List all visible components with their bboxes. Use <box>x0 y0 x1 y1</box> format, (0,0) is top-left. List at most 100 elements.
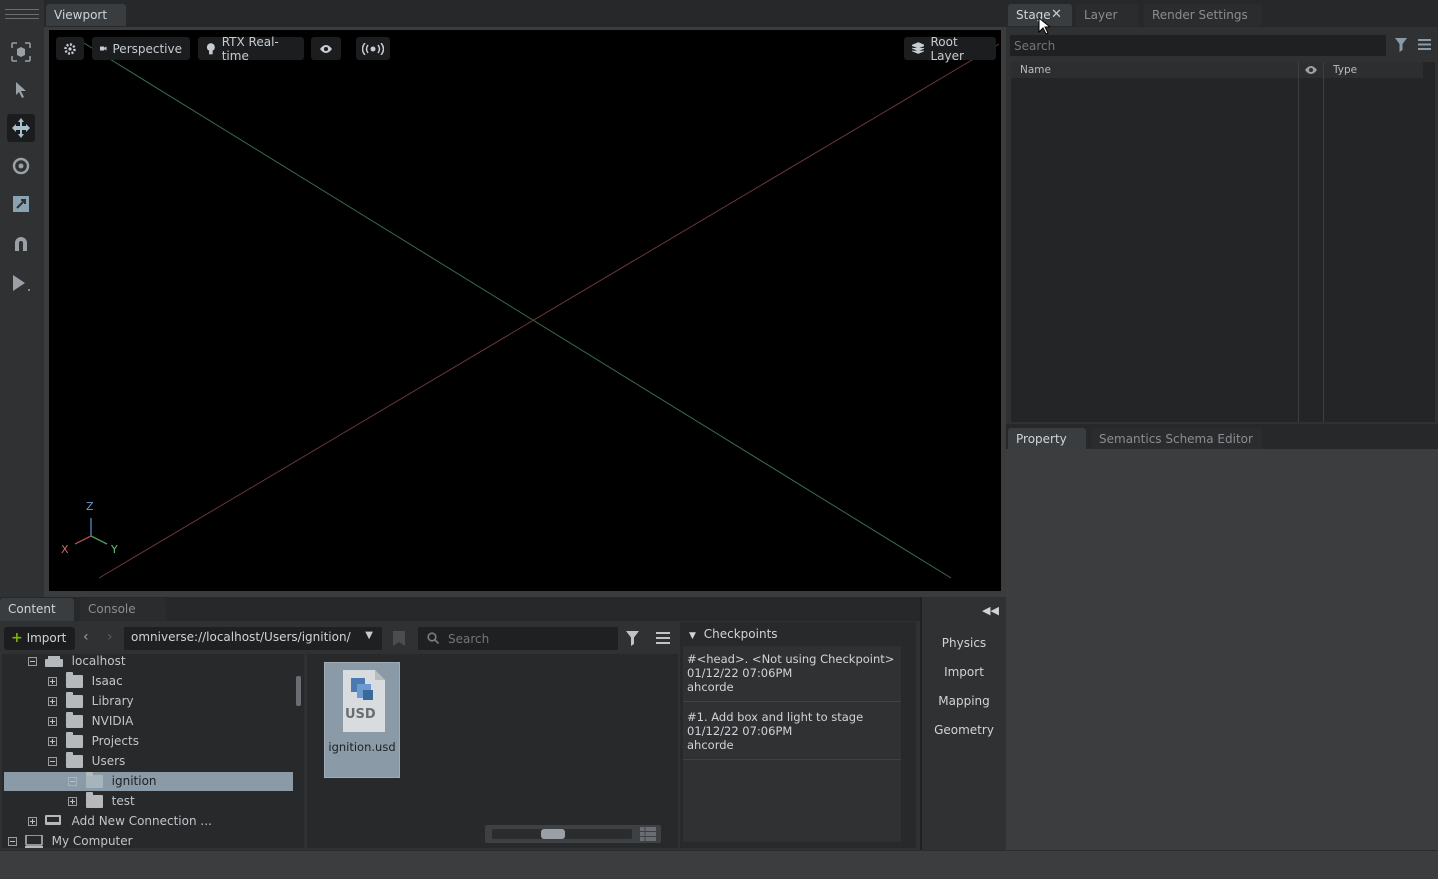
folder-icon <box>65 672 83 688</box>
file-item-ignition-usd[interactable]: USD ignition.usd <box>324 662 400 778</box>
root-layer-button[interactable]: Root Layer <box>904 35 996 63</box>
content-search-box[interactable] <box>418 627 618 650</box>
import-tool-button[interactable]: Import <box>924 660 1004 684</box>
tree-label: Projects <box>91 734 139 748</box>
tree-node-users[interactable]: Users <box>48 751 125 771</box>
checkpoint-item[interactable]: #1. Add box and light to stage 01/12/22 … <box>683 704 901 760</box>
geometry-label: Geometry <box>934 723 994 737</box>
triangle-down-icon: ▼ <box>689 631 696 641</box>
content-search-input[interactable] <box>448 629 608 648</box>
expand-icon[interactable] <box>48 677 57 686</box>
geometry-button[interactable]: Geometry <box>924 718 1004 742</box>
checkpoints-header[interactable]: ▼ Checkpoints <box>683 625 913 644</box>
tree-node-add-connection[interactable]: Add New Connection ... <box>28 811 212 831</box>
move-tool-icon[interactable] <box>7 114 35 142</box>
options-menu-icon[interactable] <box>1418 39 1431 50</box>
broadcast-button[interactable] <box>356 37 390 60</box>
tab-layer[interactable]: Layer <box>1076 4 1138 26</box>
tab-semantics-schema-editor[interactable]: Semantics Schema Editor <box>1091 428 1262 450</box>
tree-node-localhost[interactable]: localhost <box>28 654 126 671</box>
snap-magnet-icon[interactable] <box>7 230 35 258</box>
filter-icon[interactable] <box>1395 38 1407 52</box>
folder-icon <box>65 712 83 728</box>
folder-open-icon <box>85 772 103 788</box>
tree-label: NVIDIA <box>91 714 134 728</box>
tab-viewport-label: Viewport <box>54 8 108 22</box>
expand-icon[interactable] <box>48 717 57 726</box>
bookmark-icon[interactable] <box>393 631 405 646</box>
tab-console[interactable]: Console <box>80 598 166 621</box>
tree-label: test <box>111 794 135 808</box>
visibility-eye-icon[interactable] <box>1304 65 1318 75</box>
physics-button[interactable]: Physics <box>924 631 1004 655</box>
layers-icon <box>912 42 925 54</box>
import-button[interactable]: + Import <box>4 627 75 650</box>
tree-scrollbar[interactable] <box>296 676 301 706</box>
status-bar <box>0 850 1438 879</box>
tab-property[interactable]: Property <box>1008 428 1086 450</box>
tree-node-nvidia[interactable]: NVIDIA <box>48 711 133 731</box>
stage-search-input[interactable] <box>1010 35 1386 56</box>
tab-layer-label: Layer <box>1084 8 1118 22</box>
select-mode-icon[interactable] <box>7 38 35 66</box>
forward-arrow-icon[interactable]: › <box>107 629 113 645</box>
tree-node-projects[interactable]: Projects <box>48 731 139 751</box>
tree-node-test[interactable]: test <box>68 791 135 811</box>
collapse-icon[interactable] <box>68 777 77 786</box>
axis-z-label: Z <box>86 500 94 513</box>
collapse-icon[interactable] <box>28 657 37 666</box>
column-divider <box>1298 62 1299 422</box>
tab-content[interactable]: Content <box>0 598 74 621</box>
tab-viewport[interactable]: Viewport <box>46 4 126 26</box>
file-name: ignition.usd <box>328 740 396 754</box>
expand-icon[interactable] <box>28 817 37 826</box>
collapse-icon[interactable] <box>48 757 57 766</box>
tab-render-settings[interactable]: Render Settings <box>1144 4 1262 26</box>
mapping-label: Mapping <box>938 694 990 708</box>
grid-view-icon[interactable] <box>640 827 656 841</box>
import-tool-label: Import <box>944 665 984 679</box>
rotate-tool-icon[interactable] <box>7 152 35 180</box>
menu-handle-icon[interactable] <box>5 9 39 19</box>
mapping-button[interactable]: Mapping <box>924 689 1004 713</box>
column-type-header[interactable]: Type <box>1333 64 1357 76</box>
mouse-cursor-icon <box>1038 17 1050 35</box>
checkpoint-item[interactable]: #<head>. <Not using Checkpoint> 01/12/22… <box>683 646 901 702</box>
content-options-icon[interactable] <box>656 632 670 644</box>
search-icon <box>427 632 439 644</box>
tree-node-my-computer[interactable]: My Computer <box>8 831 133 848</box>
folder-icon <box>65 732 83 748</box>
expand-icon[interactable] <box>48 697 57 706</box>
tree-node-ignition[interactable]: ignition <box>68 771 157 791</box>
collapse-panel-icon[interactable]: ◀◀ <box>982 604 999 617</box>
expand-icon[interactable] <box>48 737 57 746</box>
stage-tree-area[interactable] <box>1011 62 1435 422</box>
camera-button[interactable]: Perspective <box>92 37 190 60</box>
axis-y-label: Y <box>111 543 118 556</box>
dropdown-arrow-icon[interactable]: ▼ <box>365 625 373 646</box>
back-arrow-icon[interactable]: ‹ <box>83 629 89 645</box>
select-arrow-icon[interactable] <box>7 76 35 104</box>
column-name-header[interactable]: Name <box>1020 64 1051 76</box>
computer-icon <box>24 834 43 848</box>
expand-icon[interactable] <box>68 797 77 806</box>
tree-node-library[interactable]: Library <box>48 691 134 711</box>
usd-file-icon <box>343 670 385 732</box>
viewport-canvas[interactable]: Z X Y <box>49 30 1001 591</box>
plus-icon: + <box>11 630 23 646</box>
visibility-button[interactable] <box>311 37 341 60</box>
collapse-icon[interactable] <box>8 837 17 846</box>
folder-tree: localhost Isaac Library NVIDIA Projects … <box>2 654 304 848</box>
scale-tool-icon[interactable] <box>7 190 35 218</box>
viewport-settings-button[interactable] <box>56 37 84 60</box>
axis-x-label: X <box>61 543 69 556</box>
slider-handle[interactable] <box>541 829 565 839</box>
play-icon[interactable] <box>7 269 35 297</box>
server-icon <box>44 655 63 667</box>
checkpoint-user: ahcorde <box>687 680 734 694</box>
close-icon[interactable]: ✕ <box>1051 4 1062 26</box>
tree-node-isaac[interactable]: Isaac <box>48 671 123 691</box>
renderer-button[interactable]: RTX Real-time <box>198 35 304 63</box>
path-field[interactable]: omniverse://localhost/Users/ignition/ ▼ <box>124 627 382 650</box>
content-filter-icon[interactable] <box>626 631 639 646</box>
